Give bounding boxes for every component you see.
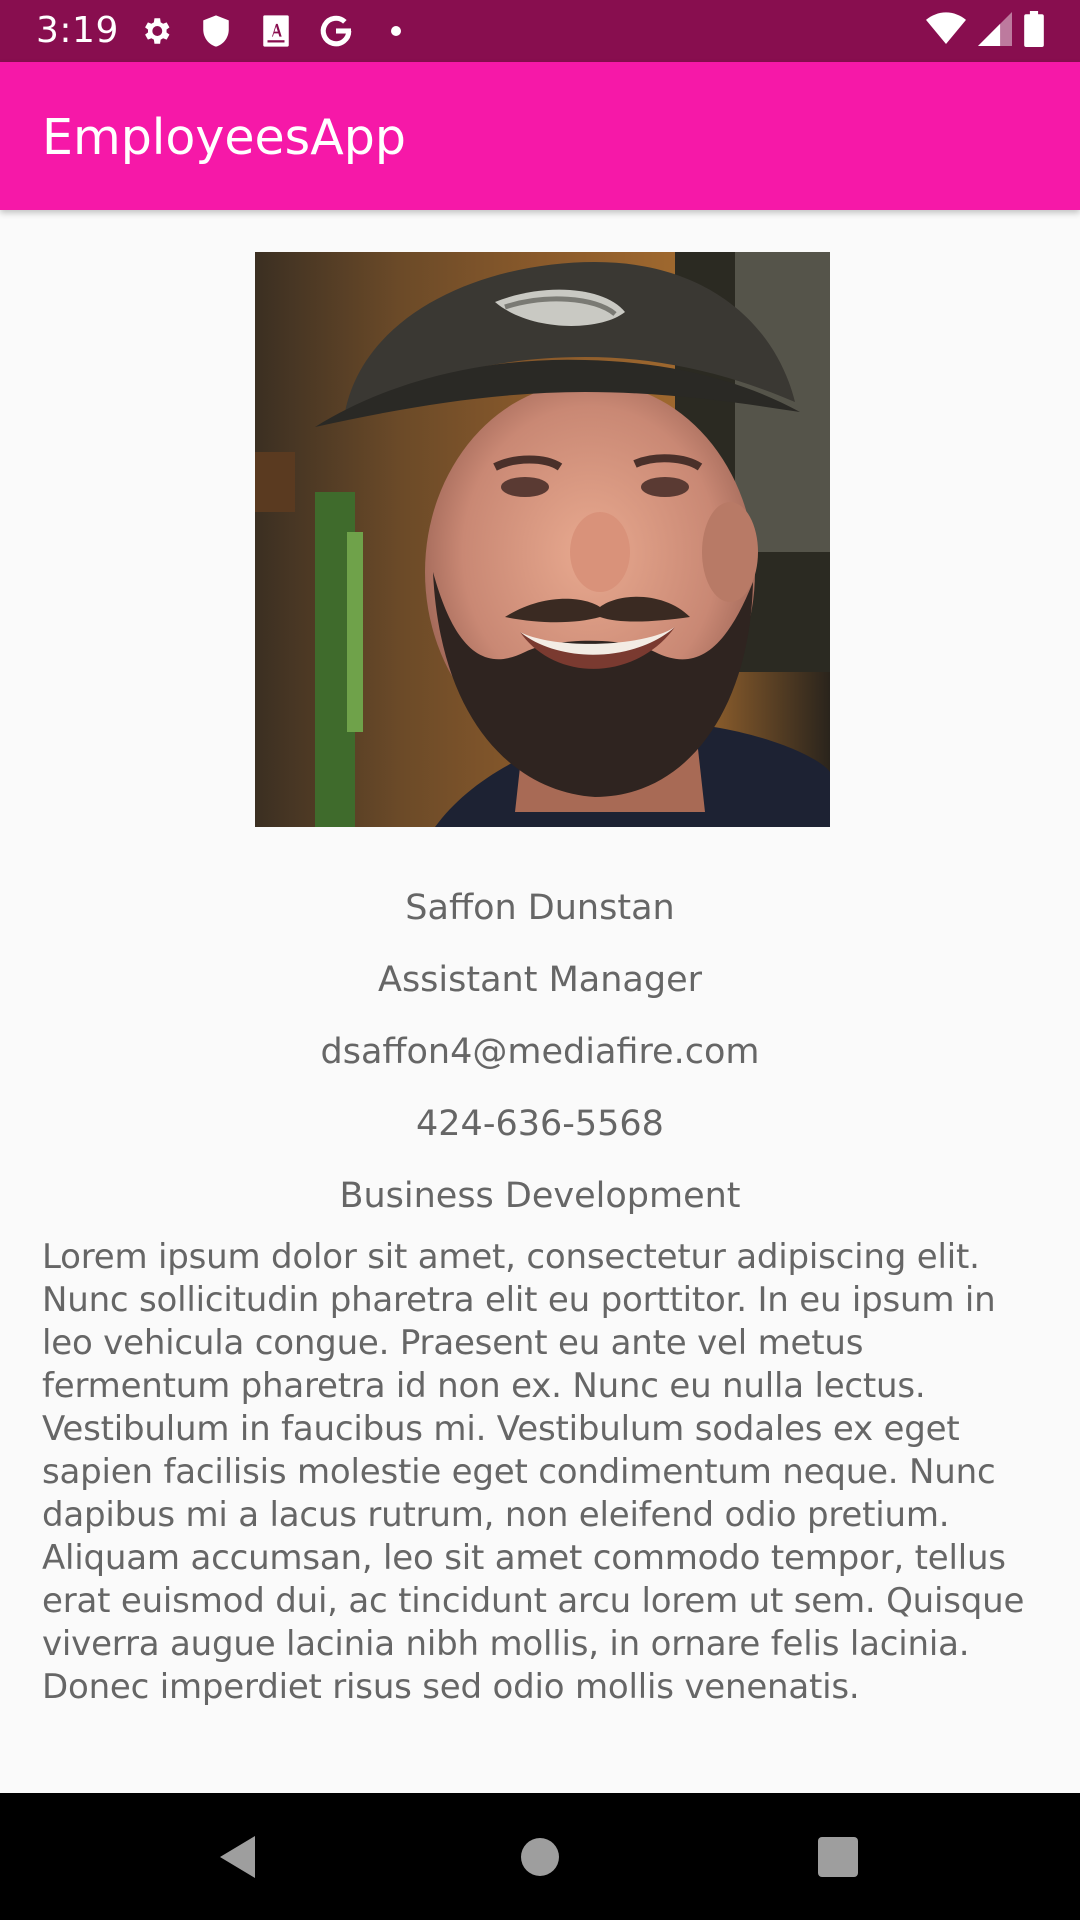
recents-button[interactable] [778,1793,898,1920]
home-icon [521,1837,559,1876]
dot-icon [378,13,414,49]
battery-icon [1024,10,1044,52]
status-notification-icons [138,13,414,49]
status-system-icons [926,10,1044,52]
employee-bio: Lorem ipsum dolor sit amet, consectetur … [42,1237,1025,1707]
navigation-bar [0,1793,1080,1920]
employee-photo [255,252,830,827]
employee-detail-screen: 3:19 EmployeesApp Saffon Dunstan Assista… [0,0,1080,1920]
app-title: EmployeesApp [42,109,406,166]
google-g-icon [318,13,354,49]
status-time: 3:19 [36,10,119,51]
app-bar: EmployeesApp [0,62,1080,210]
home-button[interactable] [480,1793,600,1920]
employee-phone: 424-636-5568 [416,1104,664,1144]
employee-name: Saffon Dunstan [405,888,675,928]
a-box-icon [258,13,294,49]
back-button[interactable] [178,1793,298,1920]
employee-job-title: Assistant Manager [378,960,702,1000]
employee-department: Business Development [339,1176,741,1216]
back-icon [220,1835,255,1878]
shield-icon [198,13,234,49]
recents-icon [818,1836,858,1877]
employee-email: dsaffon4@mediafire.com [320,1032,760,1072]
wifi-icon [926,11,966,51]
employee-details: Saffon Dunstan Assistant Manager dsaffon… [0,210,1080,1793]
signal-icon [978,11,1012,51]
gear-icon [138,13,174,49]
status-bar: 3:19 [0,0,1080,62]
